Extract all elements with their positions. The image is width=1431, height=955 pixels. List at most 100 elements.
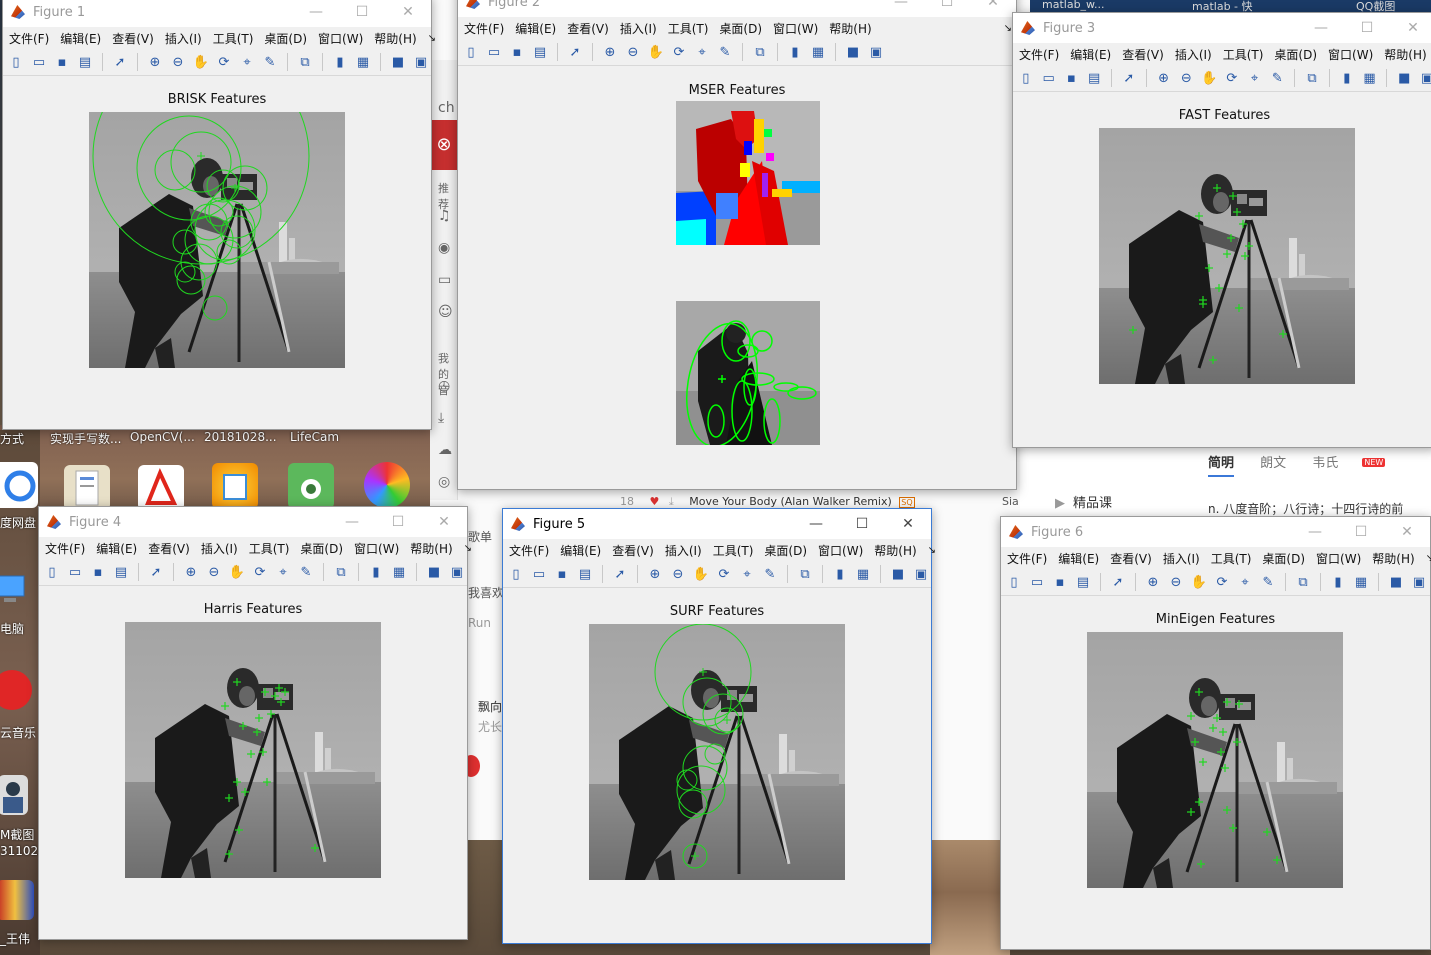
menu-item[interactable]: 窗口(W): [354, 540, 399, 557]
menu-item[interactable]: 工具(T): [249, 540, 290, 557]
menu-item[interactable]: 编辑(E): [60, 30, 101, 47]
music-app-logo[interactable]: ⊗: [430, 120, 458, 170]
dock-arrow-icon[interactable]: ↘: [1004, 23, 1012, 34]
show-plot-tools-icon[interactable]: ▣: [1418, 69, 1431, 87]
window-titlebar[interactable]: Figure 4 — ☐ ✕: [39, 507, 467, 537]
menu-item[interactable]: 桌面(D): [300, 540, 343, 557]
link-plot-icon[interactable]: ⧉: [332, 563, 350, 581]
print-icon[interactable]: ▤: [112, 563, 130, 581]
radio-icon[interactable]: ◉: [438, 240, 450, 256]
open-file-icon[interactable]: ▭: [1040, 69, 1058, 87]
rotate-icon[interactable]: ⟳: [215, 53, 233, 71]
maximize-icon[interactable]: ☐: [1344, 13, 1390, 43]
minimize-icon[interactable]: —: [878, 0, 924, 17]
legend-icon[interactable]: ▦: [1361, 69, 1379, 87]
window-titlebar[interactable]: Figure 5 — ☐ ✕: [503, 509, 931, 539]
menu-item[interactable]: 帮助(H): [829, 20, 871, 37]
rotate-icon[interactable]: ⟳: [251, 563, 269, 581]
figure-window-1[interactable]: Figure 1 — ☐ ✕ 文件(F) 编辑(E) 查看(V) 插入(I) 工具(T)…: [2, 0, 436, 430]
legend-icon[interactable]: ▦: [1352, 573, 1370, 591]
data-cursor-icon[interactable]: ⌖: [738, 565, 756, 583]
maximize-icon[interactable]: ☐: [339, 0, 385, 27]
data-cursor-icon[interactable]: ⌖: [1236, 573, 1254, 591]
figure-window-4[interactable]: Figure 4 — ☐ ✕ 文件(F) 编辑(E) 查看(V) 插入(I) 工具(T)…: [38, 506, 472, 940]
maximize-icon[interactable]: ☐: [1338, 517, 1384, 547]
brush-icon[interactable]: ✎: [261, 53, 279, 71]
dock-arrow-icon[interactable]: ↘: [1426, 553, 1431, 564]
link-plot-icon[interactable]: ⧉: [296, 53, 314, 71]
print-icon[interactable]: ▤: [1074, 573, 1092, 591]
music-note-icon[interactable]: ♫: [438, 208, 451, 224]
hide-plot-tools-icon[interactable]: ■: [425, 563, 443, 581]
show-plot-tools-icon[interactable]: ▣: [912, 565, 930, 583]
menu-item[interactable]: 查看(V): [148, 540, 190, 557]
new-figure-icon[interactable]: ▯: [7, 53, 25, 71]
new-figure-icon[interactable]: ▯: [462, 43, 480, 61]
video-icon[interactable]: ▭: [438, 272, 451, 288]
menu-item[interactable]: 查看(V): [567, 20, 609, 37]
figure-window-6[interactable]: Figure 6 — ☐ ✕ 文件(F) 编辑(E) 查看(V) 插入(I) 工具(T)…: [1000, 516, 1431, 950]
save-icon[interactable]: ▪: [553, 565, 571, 583]
hide-plot-tools-icon[interactable]: ■: [1395, 69, 1413, 87]
rotate-icon[interactable]: ⟳: [670, 43, 688, 61]
hide-plot-tools-icon[interactable]: ■: [844, 43, 862, 61]
photo-file-icon[interactable]: [0, 775, 28, 815]
music-nav-item[interactable]: 我喜欢: [468, 584, 504, 601]
show-plot-tools-icon[interactable]: ▣: [867, 43, 885, 61]
hide-plot-tools-icon[interactable]: ■: [1387, 573, 1405, 591]
menu-item[interactable]: 查看(V): [1122, 46, 1164, 63]
menu-item[interactable]: 插入(I): [165, 30, 202, 47]
zoom-in-icon[interactable]: ⊕: [146, 53, 164, 71]
brush-icon[interactable]: ✎: [716, 43, 734, 61]
link-plot-icon[interactable]: ⧉: [1294, 573, 1312, 591]
menu-item[interactable]: 桌面(D): [264, 30, 307, 47]
colorbar-icon[interactable]: ▮: [831, 565, 849, 583]
minimize-icon[interactable]: —: [329, 507, 375, 537]
link-plot-icon[interactable]: ⧉: [796, 565, 814, 583]
menu-item[interactable]: 插入(I): [1163, 550, 1200, 567]
pdf-icon[interactable]: [138, 465, 184, 511]
menu-item[interactable]: 桌面(D): [719, 20, 762, 37]
new-figure-icon[interactable]: ▯: [43, 563, 61, 581]
close-icon[interactable]: ✕: [421, 507, 467, 537]
zoom-out-icon[interactable]: ⊖: [169, 53, 187, 71]
zoom-in-icon[interactable]: ⊕: [601, 43, 619, 61]
baidu-netdisk-icon[interactable]: [0, 462, 38, 508]
new-figure-icon[interactable]: ▯: [507, 565, 525, 583]
open-file-icon[interactable]: ▭: [1028, 573, 1046, 591]
close-icon[interactable]: ✕: [385, 0, 431, 27]
menu-item[interactable]: 编辑(E): [1058, 550, 1099, 567]
mser-region-plot[interactable]: [676, 101, 820, 245]
pan-icon[interactable]: ✋: [1200, 69, 1218, 87]
pinwheel-app-icon[interactable]: [364, 462, 410, 508]
android-icon[interactable]: [288, 463, 334, 509]
menu-item[interactable]: 工具(T): [213, 30, 254, 47]
minimize-icon[interactable]: —: [1292, 517, 1338, 547]
menu-item[interactable]: 窗口(W): [1328, 46, 1373, 63]
menu-item[interactable]: 查看(V): [612, 542, 654, 559]
menu-item[interactable]: 插入(I): [201, 540, 238, 557]
menu-item[interactable]: 编辑(E): [560, 542, 601, 559]
brush-icon[interactable]: ✎: [761, 565, 779, 583]
save-icon[interactable]: ▪: [89, 563, 107, 581]
print-icon[interactable]: ▤: [531, 43, 549, 61]
window-titlebar[interactable]: Figure 3 — ☐ ✕: [1013, 13, 1431, 43]
minimize-icon[interactable]: —: [1298, 13, 1344, 43]
menu-item[interactable]: 帮助(H): [1372, 550, 1414, 567]
desktop-label[interactable]: M截图: [0, 826, 34, 843]
dock-arrow-icon[interactable]: ↘: [464, 543, 472, 554]
music-nav-item[interactable]: 尤长: [478, 718, 502, 735]
zoom-in-icon[interactable]: ⊕: [1155, 69, 1173, 87]
hide-plot-tools-icon[interactable]: ■: [889, 565, 907, 583]
pan-icon[interactable]: ✋: [228, 563, 246, 581]
course-link[interactable]: ▶ 精品课: [1055, 492, 1112, 511]
menu-item[interactable]: 窗口(W): [1316, 550, 1361, 567]
surf-feature-plot[interactable]: [589, 624, 845, 880]
figure-window-3[interactable]: Figure 3 — ☐ ✕ 文件(F) 编辑(E) 查看(V) 插入(I) 工具(T)…: [1012, 12, 1431, 448]
open-file-icon[interactable]: ▭: [485, 43, 503, 61]
music-nav-item[interactable]: ch: [438, 100, 455, 116]
menu-item[interactable]: 编辑(E): [515, 20, 556, 37]
desktop-label[interactable]: LifeCam: [290, 430, 339, 444]
zoom-out-icon[interactable]: ⊖: [205, 563, 223, 581]
brush-icon[interactable]: ✎: [1268, 69, 1286, 87]
